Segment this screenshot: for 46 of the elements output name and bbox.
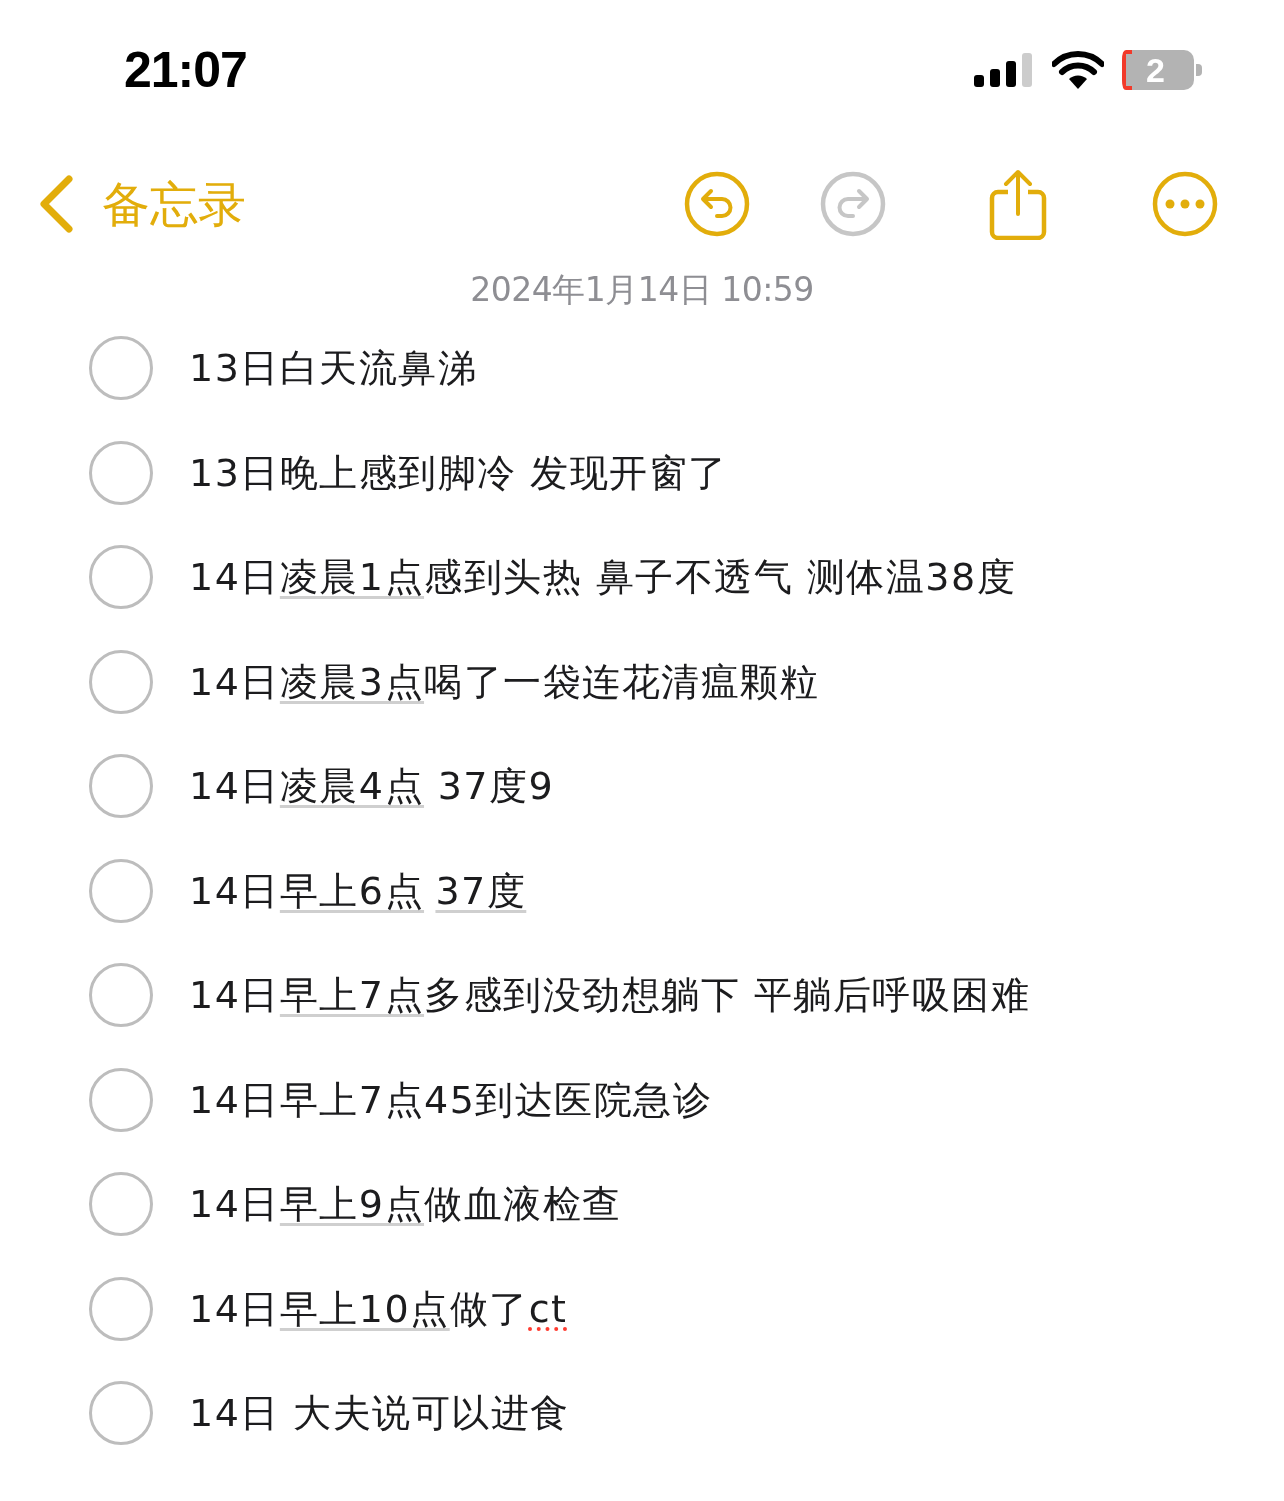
- checkbox[interactable]: [89, 858, 153, 923]
- checkbox[interactable]: [89, 1276, 153, 1341]
- note-date: 2024年1月14日 10:59: [469, 269, 815, 311]
- battery-level-text: 2: [1146, 51, 1165, 90]
- signal-icon: [974, 53, 1034, 87]
- checkbox[interactable]: [89, 649, 153, 714]
- checkbox[interactable]: [89, 336, 153, 401]
- misspelled-word: ct: [528, 1286, 568, 1331]
- checkbox[interactable]: [89, 963, 153, 1028]
- checkbox[interactable]: [89, 1172, 153, 1237]
- share-icon: [988, 168, 1048, 240]
- checklist-item-text: 14日早上7点45到达医院急诊: [189, 1076, 713, 1124]
- date-link[interactable]: 凌晨4点: [279, 764, 425, 809]
- checkbox[interactable]: [89, 1067, 153, 1132]
- date-link[interactable]: 37度: [435, 868, 527, 913]
- date-link[interactable]: 凌晨1点: [279, 555, 425, 600]
- date-link[interactable]: 早上6点: [279, 868, 425, 913]
- share-button[interactable]: [988, 168, 1048, 240]
- checklist-item-text: 14日 早上10点做了 ct: [189, 1285, 568, 1333]
- checklist-item-text: 13日晚上感到脚冷 发现开窗了: [189, 449, 728, 497]
- checklist-item-text: 14日 大夫说可以进食: [189, 1390, 570, 1438]
- battery-icon: [1122, 49, 1202, 91]
- back-chevron-icon: [38, 175, 74, 233]
- date-link[interactable]: 早上7点: [279, 973, 425, 1018]
- checkbox[interactable]: [89, 1381, 153, 1446]
- date-link[interactable]: 早上9点: [279, 1182, 425, 1227]
- checkbox[interactable]: [89, 754, 153, 819]
- redo-icon: [820, 171, 886, 237]
- date-link[interactable]: 早上10点: [279, 1286, 450, 1331]
- checklist-item-text: 14日 凌晨3点喝了一袋连花清瘟颗粒: [189, 658, 820, 706]
- redo-button[interactable]: [820, 171, 886, 237]
- checklist-item-text: 13日白天流鼻涕: [189, 345, 478, 393]
- checklist-item-text: 14日 凌晨4点 37度9: [189, 763, 555, 811]
- undo-icon: [684, 171, 750, 237]
- checklist-item-text: 14日 早上7点多感到没劲想躺下 平躺后呼吸困难: [189, 972, 1031, 1020]
- checkbox[interactable]: [89, 440, 153, 505]
- wifi-icon: [1052, 51, 1104, 89]
- more-icon: [1152, 171, 1218, 237]
- more-button[interactable]: [1152, 171, 1218, 237]
- checklist-item-text: 14日 早上9点做血液检查: [189, 1181, 622, 1229]
- checklist-item-text: 14日 早上6点 37度: [189, 867, 527, 915]
- checklist-item-text: 14日 凌晨1点感到头热 鼻子不透气 测体温38度: [189, 554, 1017, 602]
- clock-time: 21:07: [124, 41, 248, 99]
- undo-button[interactable]: [684, 171, 750, 237]
- checkbox[interactable]: [89, 545, 153, 610]
- date-link[interactable]: 凌晨3点: [279, 659, 425, 704]
